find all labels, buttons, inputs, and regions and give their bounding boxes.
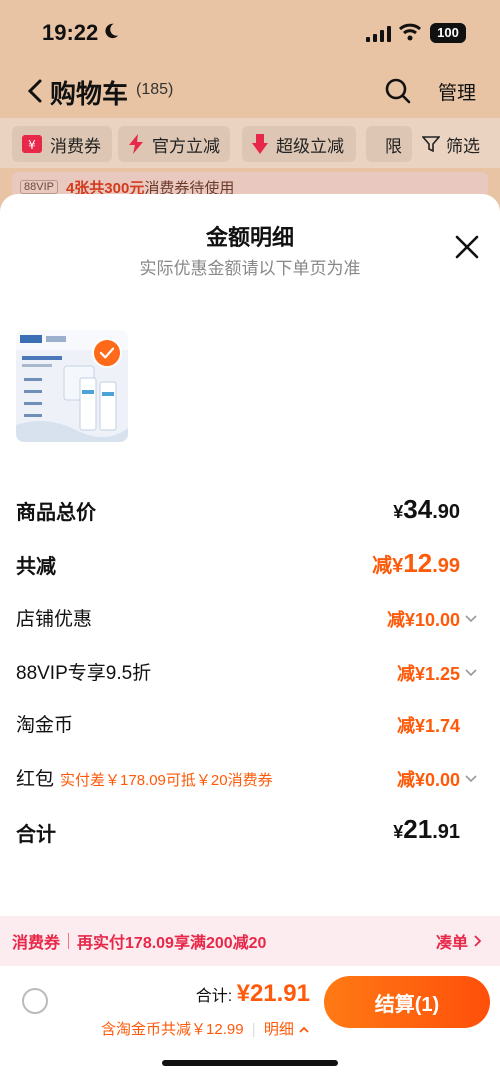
bottom-discount: 含淘金币共减￥12.99 | 明细 xyxy=(101,1018,310,1039)
chevron-down-icon[interactable] xyxy=(464,774,478,784)
battery-indicator: 100 xyxy=(430,23,466,43)
row-value-store-discount: 减¥10.00 xyxy=(386,610,460,630)
row-label-store-discount: 店铺优惠 xyxy=(16,609,93,630)
row-value-coins: 减¥1.74 xyxy=(396,716,460,736)
back-arrow-icon[interactable] xyxy=(26,78,44,104)
bottom-total: 合计: ¥21.91 xyxy=(195,980,310,1007)
lightning-icon xyxy=(129,134,143,154)
coupon-bar[interactable]: 消费券 再实付178.09享满200减20 凑单 xyxy=(0,916,500,966)
status-bar: 19:22 100 xyxy=(0,0,500,66)
row-label-vip-discount: 88VIP专享9.5折 xyxy=(16,663,152,684)
row-label-coins: 淘金币 xyxy=(16,715,74,736)
filter-icon xyxy=(422,136,440,153)
filter-button[interactable]: 筛选 xyxy=(418,126,480,162)
page-title: 购物车 xyxy=(50,79,129,109)
wifi-icon xyxy=(399,23,421,41)
row-value-total: ¥21.91 xyxy=(393,814,460,844)
search-icon[interactable] xyxy=(384,77,412,105)
row-value-total-discount: 减¥12.99 xyxy=(372,548,460,578)
close-icon[interactable] xyxy=(454,234,480,260)
row-label-total: 合计 xyxy=(16,824,56,846)
amount-detail-sheet: 金额明细 实际优惠金额请以下单页为准 商品总价 ¥34.90 共减 减¥12.9… xyxy=(0,194,500,1082)
down-arrow-icon xyxy=(376,143,377,145)
selected-check-icon[interactable] xyxy=(92,338,122,368)
chip-official-discount[interactable]: 官方立减 xyxy=(118,126,230,162)
coupon-text: 再实付178.09享满200减20 xyxy=(77,935,267,952)
detail-toggle[interactable]: 明细 xyxy=(264,1021,310,1038)
select-all-checkbox[interactable] xyxy=(22,988,48,1014)
chip-partial[interactable]: 限 xyxy=(366,126,412,162)
row-label-red-packet: 红包 实付差￥178.09可抵￥20消费券 xyxy=(16,769,273,790)
row-label-total-discount: 共减 xyxy=(16,556,56,578)
add-items-link[interactable]: 凑单 xyxy=(436,916,484,966)
row-value-vip-discount: 减¥1.25 xyxy=(396,664,460,684)
moon-icon xyxy=(105,23,119,39)
bottom-total-amount: ¥21.91 xyxy=(236,980,310,1007)
sheet-title: 金额明细 xyxy=(205,225,294,250)
coupon-tag: 消费券 xyxy=(12,935,61,952)
divider xyxy=(68,933,70,949)
sheet-subtitle: 实际优惠金额请以下单页为准 xyxy=(139,259,361,278)
cart-header: 购物车 (185) 管理 xyxy=(0,66,500,116)
manage-button[interactable]: 管理 xyxy=(438,78,476,105)
chevron-right-icon xyxy=(474,935,482,947)
row-value-red-packet: 减¥0.00 xyxy=(396,770,460,790)
coupon-icon: ¥ xyxy=(22,135,42,153)
filter-row: ¥ 消费券 官方立减 超级立减 限 筛选 xyxy=(0,118,500,168)
chevron-down-icon[interactable] xyxy=(464,614,478,624)
chevron-down-icon[interactable] xyxy=(464,668,478,678)
down-arrow-icon xyxy=(252,134,268,154)
chevron-up-icon xyxy=(299,1026,309,1033)
row-value-subtotal: ¥34.90 xyxy=(393,494,460,524)
svg-text:¥: ¥ xyxy=(28,138,36,152)
cart-count: (185) xyxy=(136,81,174,98)
checkout-button[interactable]: 结算(1) xyxy=(324,976,490,1028)
signal-icon xyxy=(366,26,391,42)
chip-super-discount[interactable]: 超级立减 xyxy=(242,126,356,162)
chip-coupon[interactable]: ¥ 消费券 xyxy=(12,126,112,162)
status-time: 19:22 xyxy=(42,20,99,45)
red-packet-hint: 实付差￥178.09可抵￥20消费券 xyxy=(60,772,273,789)
row-label-subtotal: 商品总价 xyxy=(16,502,96,524)
vip-tag: 88VIP xyxy=(20,180,58,194)
home-indicator xyxy=(162,1060,338,1066)
